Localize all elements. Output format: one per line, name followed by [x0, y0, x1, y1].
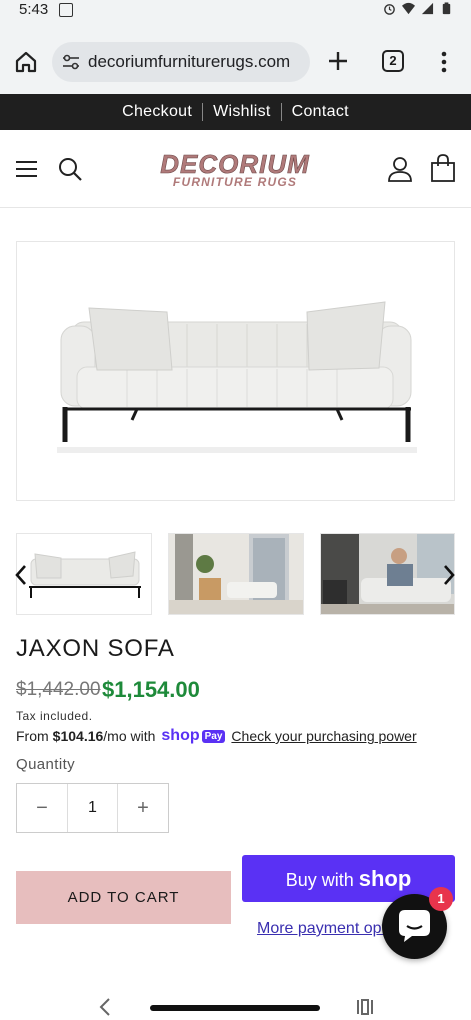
quantity-input[interactable]: 1	[67, 784, 118, 832]
shop-pay-logo-text: shop	[161, 727, 200, 744]
url-text: decoriumfurniturerugs.com	[88, 52, 291, 71]
thumbnail-2[interactable]	[168, 533, 304, 615]
sofa-illustration	[57, 301, 417, 453]
store-logo[interactable]: DECORIUM FURNITURE RUGS	[150, 149, 320, 189]
account-icon[interactable]	[386, 155, 414, 183]
chat-notification-badge: 1	[429, 887, 453, 911]
back-nav-icon[interactable]	[98, 998, 112, 1016]
installment-prefix: From	[16, 728, 49, 744]
home-icon[interactable]	[14, 50, 38, 74]
status-icons	[383, 2, 453, 15]
add-to-cart-button[interactable]: ADD TO CART	[16, 871, 231, 924]
browser-toolbar: decoriumfurniturerugs.com 2	[0, 20, 471, 94]
installment-amount: $104.16	[52, 728, 104, 744]
shop-brand-text: shop	[358, 866, 412, 891]
battery-icon	[442, 2, 451, 15]
sale-price: $1,154.00	[102, 677, 200, 702]
store-header: DECORIUM FURNITURE RUGS	[0, 130, 471, 208]
status-time: 5:43	[19, 1, 49, 18]
checkout-link[interactable]: Checkout	[112, 103, 202, 121]
shopping-bag-icon[interactable]	[430, 154, 456, 182]
logo-main-text: DECORIUM	[160, 149, 310, 179]
chevron-left-icon[interactable]	[14, 564, 28, 586]
original-price: $1,442.00	[16, 679, 101, 700]
hamburger-menu-icon[interactable]	[15, 159, 38, 179]
product-title: JAXON SOFA	[16, 635, 175, 662]
quantity-stepper: − 1 +	[16, 783, 169, 833]
tax-note: Tax included.	[16, 709, 93, 723]
home-gesture-bar[interactable]	[150, 1005, 320, 1011]
contact-link[interactable]: Contact	[282, 103, 359, 121]
status-bar: 5:43	[0, 0, 471, 20]
signal-icon	[421, 2, 434, 15]
shop-pay-badge: Pay	[201, 729, 226, 743]
buy-now-prefix: Buy with	[285, 870, 354, 890]
new-tab-icon[interactable]	[327, 50, 349, 72]
thumbnail-1[interactable]	[16, 533, 152, 615]
logo-sub-text: FURNITURE RUGS	[172, 175, 298, 189]
thumbnail-strip	[16, 533, 455, 615]
quantity-label: Quantity	[16, 756, 76, 773]
site-settings-icon[interactable]	[62, 54, 80, 70]
installment-suffix: /mo with	[103, 728, 156, 744]
tab-switcher-button[interactable]: 2	[382, 50, 404, 72]
gallery-notification-icon	[59, 3, 73, 17]
top-links-bar: Checkout Wishlist Contact	[0, 94, 471, 130]
thumbnail-3[interactable]	[320, 533, 455, 615]
alarm-icon	[384, 4, 395, 15]
shop-pay-installments: From $104.16 /mo with shop Pay Check you…	[16, 727, 417, 745]
quantity-increase-button[interactable]: +	[118, 784, 168, 832]
search-icon[interactable]	[57, 156, 83, 182]
purchasing-power-link[interactable]: Check your purchasing power	[231, 728, 416, 744]
wishlist-link[interactable]: Wishlist	[203, 103, 281, 121]
more-menu-icon[interactable]	[438, 50, 450, 74]
address-bar[interactable]: decoriumfurniturerugs.com	[52, 42, 310, 82]
product-main-image[interactable]	[16, 241, 455, 501]
quantity-decrease-button[interactable]: −	[17, 784, 67, 832]
recents-nav-icon[interactable]	[355, 998, 375, 1016]
wifi-icon	[402, 2, 415, 15]
chevron-right-icon[interactable]	[442, 564, 456, 586]
